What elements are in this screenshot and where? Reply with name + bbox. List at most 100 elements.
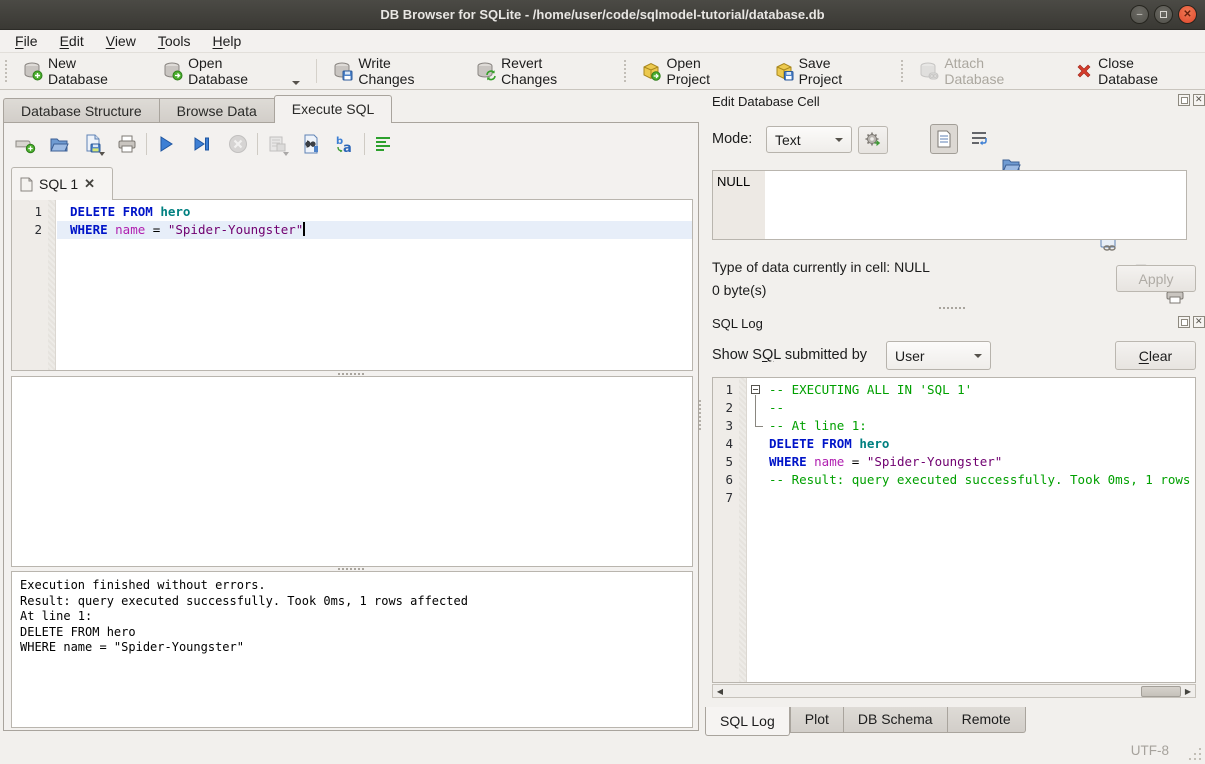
write-changes-button[interactable]: Write Changes [325, 51, 458, 91]
menu-view[interactable]: View [95, 31, 147, 51]
toolbar-drag-handle[interactable] [624, 60, 629, 82]
scroll-right-arrow[interactable]: ▶ [1181, 685, 1195, 697]
editor-code-area[interactable]: DELETE FROM hero WHERE name = "Spider-Yo… [57, 200, 692, 370]
save-project-icon [774, 61, 794, 81]
splitter-handle[interactable] [935, 306, 969, 310]
editor-gutter: 1 2 [12, 200, 56, 370]
tab-database-structure[interactable]: Database Structure [3, 98, 159, 123]
format-sql-icon[interactable] [371, 131, 397, 157]
menu-tools[interactable]: Tools [147, 31, 202, 51]
line-number: 6 [713, 471, 746, 489]
log-line: -- Result: query executed successfully. … [748, 471, 1195, 489]
sql-tab-label: SQL 1 [39, 176, 78, 192]
menu-help[interactable]: Help [202, 31, 253, 51]
pane-splitter-handle[interactable] [699, 400, 703, 430]
menu-edit[interactable]: Edit [49, 31, 95, 51]
new-database-button[interactable]: New Database [15, 51, 147, 91]
window-controls: – ✕ [1130, 5, 1197, 24]
close-panel-icon[interactable] [1193, 316, 1205, 328]
toolbar-separator [257, 133, 258, 155]
log-horizontal-scrollbar[interactable]: ◀ ▶ [712, 684, 1196, 698]
code-line-current: WHERE name = "Spider-Youngster" [57, 221, 692, 239]
text-cursor [303, 222, 305, 236]
float-panel-icon[interactable] [1178, 94, 1190, 106]
tab-db-schema[interactable]: DB Schema [843, 707, 947, 733]
open-sql-file-button[interactable] [46, 131, 72, 157]
word-wrap-button[interactable] [966, 126, 992, 152]
mode-select[interactable]: Text [766, 126, 852, 153]
execution-message-pane[interactable]: Execution finished without errors. Resul… [11, 571, 693, 728]
fold-collapse-icon[interactable] [751, 385, 760, 394]
scrollbar-thumb[interactable] [1141, 686, 1181, 697]
bottom-dock-tabs: SQL Log Plot DB Schema Remote [705, 707, 1026, 736]
attach-database-icon [919, 61, 939, 81]
auto-switch-mode-button[interactable] [858, 126, 888, 154]
fold-guide-line [755, 395, 756, 426]
save-dropdown-arrow[interactable] [99, 152, 105, 156]
encoding-indicator[interactable]: UTF-8 [1131, 743, 1169, 758]
cell-value-editor[interactable]: NULL [712, 170, 1187, 240]
sql-document-tab[interactable]: SQL 1 ✕ [11, 167, 113, 200]
log-gutter: 1 2 3 4 5 6 7 [713, 378, 747, 682]
cell-value: NULL [717, 174, 750, 189]
message-line: DELETE FROM hero [20, 625, 684, 641]
sql-log-view[interactable]: 1 2 3 4 5 6 7 -- EXECUTING ALL IN 'SQL 1… [712, 377, 1196, 683]
log-line: DELETE FROM hero [748, 435, 1195, 453]
fold-guide-end [755, 426, 763, 427]
message-line: WHERE name = "Spider-Youngster" [20, 640, 684, 656]
sql-log-dock-buttons [1178, 316, 1205, 328]
tab-sql-log[interactable]: SQL Log [705, 707, 790, 736]
tab-plot[interactable]: Plot [790, 707, 843, 733]
close-tab-icon[interactable]: ✕ [84, 176, 95, 192]
window-title: DB Browser for SQLite - /home/user/code/… [0, 0, 1205, 29]
find-icon[interactable] [298, 131, 324, 157]
maximize-icon [1160, 11, 1167, 18]
results-pane[interactable] [11, 376, 693, 567]
execute-current-line-button[interactable] [189, 131, 215, 157]
message-line: Result: query executed successfully. Too… [20, 594, 684, 610]
text-view-button[interactable] [930, 124, 958, 154]
open-database-dropdown-arrow[interactable] [292, 81, 300, 85]
open-project-button[interactable]: Open Project [633, 51, 755, 91]
tab-remote[interactable]: Remote [947, 707, 1026, 733]
tab-browse-data[interactable]: Browse Data [159, 98, 274, 123]
minimize-button[interactable]: – [1130, 5, 1149, 24]
apply-button: Apply [1116, 265, 1196, 292]
clear-log-button[interactable]: Clear [1115, 341, 1196, 370]
log-line: -- At line 1: [748, 417, 1195, 435]
float-panel-icon[interactable] [1178, 316, 1190, 328]
write-changes-icon [333, 61, 353, 81]
save-project-button[interactable]: Save Project [766, 51, 886, 91]
sql-editor-toolbar: ba [12, 129, 397, 159]
maximize-button[interactable] [1154, 5, 1173, 24]
chevron-down-icon [974, 354, 982, 358]
sql-code-editor[interactable]: 1 2 DELETE FROM hero WHERE name = "Spide… [11, 199, 693, 371]
message-line: Execution finished without errors. [20, 578, 684, 594]
execute-all-button[interactable] [153, 131, 179, 157]
line-number: 1 [713, 381, 746, 399]
toolbar-drag-handle[interactable] [5, 60, 10, 82]
message-line: At line 1: [20, 609, 684, 625]
print-button[interactable] [114, 131, 140, 157]
stop-button [225, 131, 251, 157]
attach-database-button: Attach Database [911, 51, 1055, 91]
open-database-button[interactable]: Open Database [155, 51, 308, 91]
close-button[interactable]: ✕ [1178, 5, 1197, 24]
cell-editor-title: Edit Database Cell [712, 93, 820, 109]
menu-file[interactable]: File [4, 31, 49, 51]
revert-changes-button[interactable]: Revert Changes [468, 51, 609, 91]
close-database-button[interactable]: Close Database [1067, 51, 1205, 91]
tab-execute-sql[interactable]: Execute SQL [274, 95, 393, 123]
save-sql-file-button[interactable] [80, 131, 106, 157]
line-number: 1 [12, 203, 55, 221]
title-bar: DB Browser for SQLite - /home/user/code/… [0, 0, 1205, 30]
sql-log-source-select[interactable]: User [886, 341, 991, 370]
close-panel-icon[interactable] [1193, 94, 1205, 106]
new-sql-tab-button[interactable] [12, 131, 38, 157]
toolbar-drag-handle[interactable] [901, 60, 906, 82]
svg-text:a: a [343, 141, 352, 155]
scroll-left-arrow[interactable]: ◀ [713, 685, 727, 697]
find-replace-icon[interactable]: ba [332, 131, 358, 157]
resize-grip[interactable] [1189, 748, 1201, 760]
close-database-icon [1075, 62, 1093, 80]
